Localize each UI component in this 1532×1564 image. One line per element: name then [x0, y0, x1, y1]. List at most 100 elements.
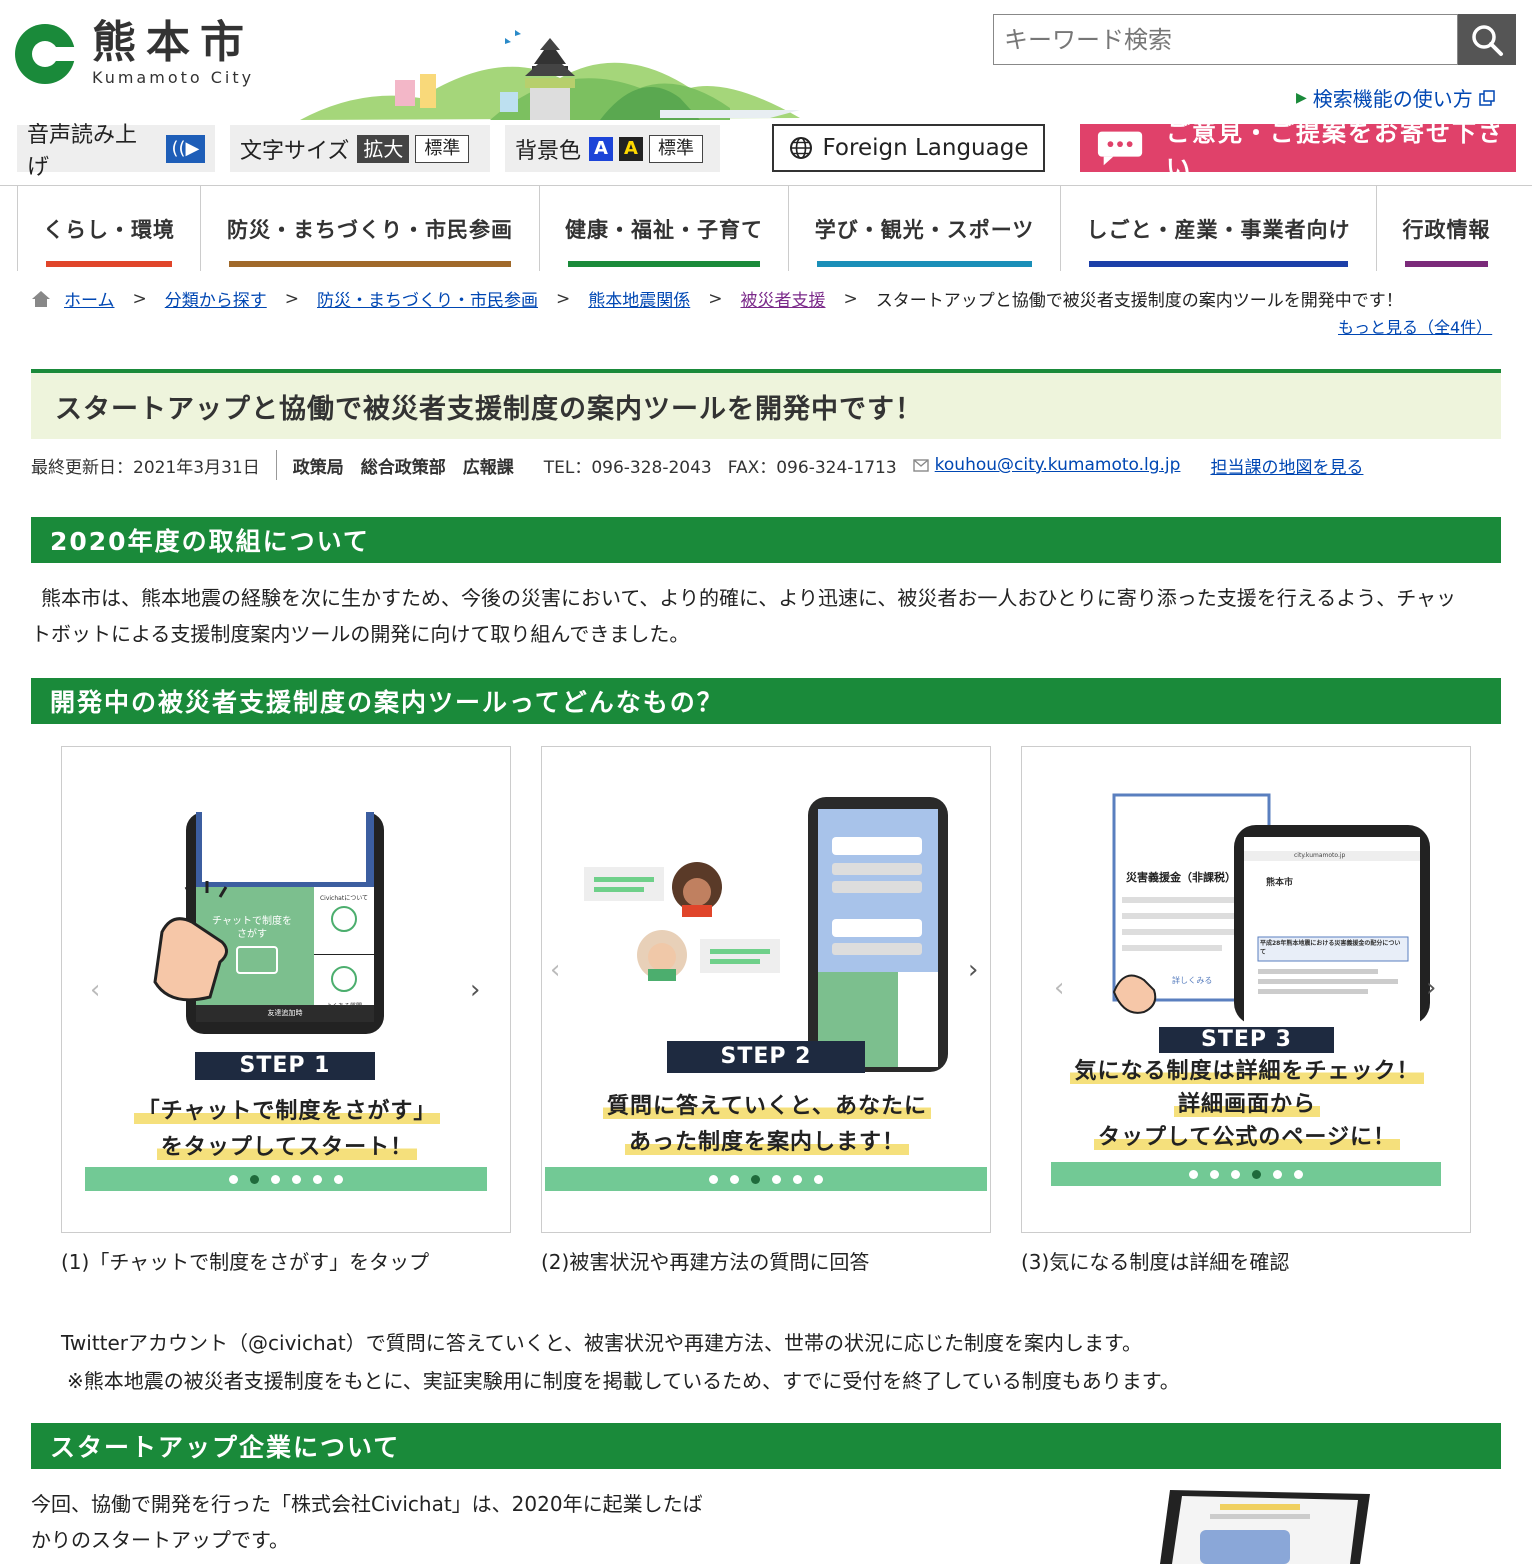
- carousel-dot[interactable]: [1273, 1169, 1282, 1179]
- carousel-dot[interactable]: [1231, 1169, 1240, 1179]
- carousel-dot-active[interactable]: [1252, 1169, 1261, 1179]
- carousel-next-icon[interactable]: ›: [1426, 973, 1436, 1003]
- speaker-play-icon: ((▶: [165, 134, 205, 163]
- nav-color-bar: [817, 261, 1032, 267]
- external-link-icon: [1479, 89, 1495, 106]
- opinion-button[interactable]: ご意見・ご提案をお寄せ下さい: [1080, 119, 1516, 182]
- breadcrumb-victim-support[interactable]: 被災者支援: [741, 286, 826, 311]
- carousel-prev-icon[interactable]: ‹: [90, 975, 100, 1005]
- text-size-normal-button[interactable]: 標準: [415, 134, 470, 163]
- nav-item-government[interactable]: 行政情報: [1376, 186, 1516, 271]
- text-size-control: 文字サイズ 拡大 標準: [230, 125, 490, 172]
- section-tool-body1: Twitterアカウント（@civichat）で質問に答えていくと、被害状況や再…: [61, 1331, 1142, 1355]
- bg-black-button[interactable]: A: [619, 136, 644, 161]
- breadcrumb-separator: >: [284, 288, 299, 309]
- search-help-label: 検索機能の使い方: [1312, 87, 1473, 111]
- carousel-dot[interactable]: [334, 1174, 343, 1184]
- nav-item-label: 健康・福祉・子育て: [565, 218, 763, 242]
- carousel-dot[interactable]: [229, 1174, 238, 1184]
- text-size-large-button[interactable]: 拡大: [357, 134, 410, 163]
- carousel-dot[interactable]: [709, 1174, 718, 1184]
- step1-carousel-dots: [85, 1167, 487, 1191]
- carousel-dot[interactable]: [814, 1174, 823, 1184]
- opinion-label: ご意見・ご提案をお寄せ下さい: [1166, 119, 1505, 182]
- background-color-control: 背景色 A A 標準: [505, 125, 720, 172]
- step2-text: 質問に答えていくと、あなたに あった制度を案内します！: [552, 1089, 982, 1161]
- carousel-dot-active[interactable]: [751, 1174, 760, 1184]
- phone-url: city.kumamoto.jp: [1294, 852, 1346, 859]
- carousel-next-icon[interactable]: ›: [470, 975, 480, 1005]
- map-link[interactable]: 担当課の地図を見る: [1210, 453, 1363, 478]
- section-heading-2020: 2020年度の取組について: [31, 517, 1501, 563]
- carousel-dot[interactable]: [271, 1174, 280, 1184]
- breadcrumb-separator: >: [843, 288, 858, 309]
- carousel-dot[interactable]: [1189, 1169, 1198, 1179]
- search-icon: [1472, 24, 1503, 56]
- breadcrumb-separator: >: [132, 288, 147, 309]
- kumamoto-logo-icon: [15, 23, 76, 84]
- nav-item-learning[interactable]: 学び・観光・スポーツ: [788, 186, 1060, 271]
- carousel-dot[interactable]: [730, 1174, 739, 1184]
- foreign-language-button[interactable]: Foreign Language: [772, 124, 1045, 172]
- figure-step1: チャットで制度をさがす Civichatについて よくある質問 友達追加時 ‹ …: [61, 746, 511, 1233]
- search-help-link[interactable]: ▶ 検索機能の使い方: [1296, 83, 1495, 112]
- carousel-next-icon[interactable]: ›: [968, 955, 978, 985]
- voice-reader[interactable]: 音声読み上げ ((▶: [17, 123, 215, 180]
- breadcrumb-disaster[interactable]: 防災・まちづくり・市民参画: [317, 286, 538, 311]
- logo-japanese: 熊本市: [92, 17, 254, 68]
- breadcrumb-separator: >: [708, 288, 723, 309]
- nav-item-business[interactable]: しごと・産業・事業者向け: [1060, 186, 1376, 271]
- step1-text: 「チャットで制度をさがす」 をタップしてスタート！: [82, 1094, 492, 1166]
- nav-item-health[interactable]: 健康・福祉・子育て: [539, 186, 788, 271]
- carousel-prev-icon[interactable]: ‹: [550, 955, 560, 985]
- carousel-dot-active[interactable]: [250, 1174, 259, 1184]
- bg-blue-button[interactable]: A: [589, 136, 614, 161]
- nav-item-disaster[interactable]: 防災・まちづくり・市民参画: [200, 186, 539, 271]
- step1-line1: 「チャットで制度をさがす」: [133, 1099, 441, 1124]
- phone-side-about: Civichatについて: [319, 895, 369, 902]
- step3-carousel-dots: [1051, 1162, 1441, 1186]
- breadcrumb-more-link[interactable]: もっと見る（全4件）: [1338, 314, 1492, 338]
- email-link[interactable]: kouhou@city.kumamoto.lg.jp: [935, 455, 1181, 475]
- breadcrumb-earthquake[interactable]: 熊本地震関係: [588, 286, 690, 311]
- doc-more-link: 詳しくみる: [1172, 976, 1213, 985]
- breadcrumb-current: スタートアップと協働で被災者支援制度の案内ツールを開発中です！: [875, 291, 1403, 311]
- nav-item-living[interactable]: くらし・環境: [17, 186, 200, 271]
- arrow-right-icon: ▶: [1296, 89, 1307, 106]
- step1-line2: をタップしてスタート！: [156, 1135, 418, 1160]
- step2-chat-illustration: [584, 797, 948, 1072]
- bg-normal-button[interactable]: 標準: [649, 134, 704, 163]
- global-nav: くらし・環境 防災・まちづくり・市民参画 健康・福祉・子育て 学び・観光・スポー…: [0, 185, 1532, 271]
- carousel-dot[interactable]: [772, 1174, 781, 1184]
- page-meta: 最終更新日：2021年3月31日 政策局 総合政策部 広報課 TEL：096-3…: [31, 450, 1363, 480]
- section-startup-body: 今回、協働で開発を行った「株式会社Civichat」は、2020年に起業したばか…: [31, 1492, 703, 1552]
- figure-step3-caption: (3)気になる制度は詳細を確認: [1021, 1250, 1290, 1274]
- search-input[interactable]: [993, 14, 1458, 65]
- phone-site-logo: 熊本市: [1266, 878, 1294, 888]
- step1-label: STEP 1: [195, 1052, 375, 1080]
- carousel-dot[interactable]: [292, 1174, 301, 1184]
- carousel-dot[interactable]: [1210, 1169, 1219, 1179]
- phone-footer-label: 友達追加時: [267, 1009, 303, 1017]
- speech-bubble-icon: [1097, 131, 1143, 166]
- section-2020-body: 熊本市は、熊本地震の経験を次に生かすため、今後の災害において、より的確に、より迅…: [31, 586, 1456, 646]
- page-title: スタートアップと協働で被災者支援制度の案内ツールを開発中です！: [31, 369, 1501, 439]
- carousel-dot[interactable]: [1294, 1169, 1303, 1179]
- carousel-dot[interactable]: [313, 1174, 322, 1184]
- fax: FAX：096-324-1713: [727, 457, 897, 478]
- breadcrumb-home[interactable]: ホーム: [64, 286, 115, 311]
- nav-color-bar: [46, 261, 172, 267]
- nav-item-label: しごと・産業・事業者向け: [1086, 218, 1351, 242]
- section-tool-body2: ※熊本地震の被災者支援制度をもとに、実証実験用に制度を掲載しているため、すでに受…: [67, 1369, 1180, 1393]
- figure-step3: 災害義援金（非課税） 詳しくみる city.kumamoto.jp 熊本市 平成…: [1021, 746, 1471, 1233]
- step2-carousel-dots: [545, 1167, 987, 1191]
- carousel-dot[interactable]: [793, 1174, 802, 1184]
- doc-title: 災害義援金（非課税）: [1126, 871, 1236, 884]
- search-bar: [993, 14, 1516, 65]
- breadcrumb-category[interactable]: 分類から探す: [165, 286, 267, 311]
- carousel-prev-icon[interactable]: ‹: [1054, 973, 1064, 1003]
- site-logo[interactable]: 熊本市 Kumamoto City: [14, 20, 254, 87]
- search-button[interactable]: [1458, 14, 1516, 65]
- mail-icon: [912, 458, 929, 472]
- text-size-label: 文字サイズ: [240, 138, 350, 164]
